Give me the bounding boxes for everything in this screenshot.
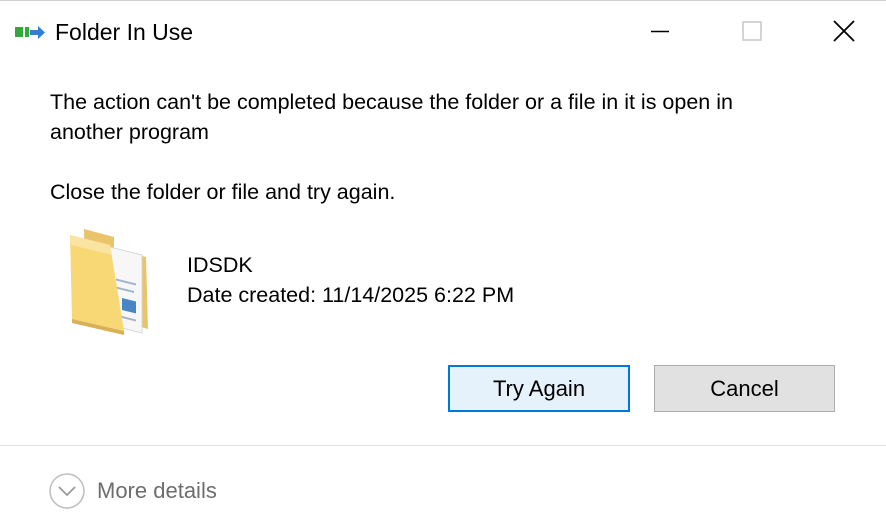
maximize-button[interactable] (706, 1, 798, 61)
close-icon (833, 20, 855, 42)
try-again-button[interactable]: Try Again (448, 365, 630, 412)
minimize-icon (651, 30, 669, 33)
title-bar[interactable]: Folder In Use (0, 1, 886, 61)
chevron-down-circle-icon[interactable] (48, 472, 86, 510)
cancel-button[interactable]: Cancel (654, 365, 835, 412)
transfer-arrow-icon (15, 26, 45, 39)
error-message-line-1: The action can't be completed because th… (50, 90, 733, 114)
maximize-icon (742, 21, 762, 41)
minimize-button[interactable] (614, 1, 706, 61)
close-button[interactable] (798, 1, 886, 61)
window-title: Folder In Use (55, 19, 194, 45)
footer-divider (0, 445, 886, 446)
more-details-toggle[interactable]: More details (97, 477, 217, 505)
dialog-window: Folder In Use The action can't be comple… (0, 0, 886, 530)
error-message-line-2: another program (50, 120, 209, 144)
folder-icon (70, 229, 148, 335)
instruction-text: Close the folder or file and try again. (50, 180, 396, 204)
file-name: IDSDK (187, 253, 253, 277)
file-date-created: Date created: 11/14/2025 6:22 PM (187, 283, 515, 307)
